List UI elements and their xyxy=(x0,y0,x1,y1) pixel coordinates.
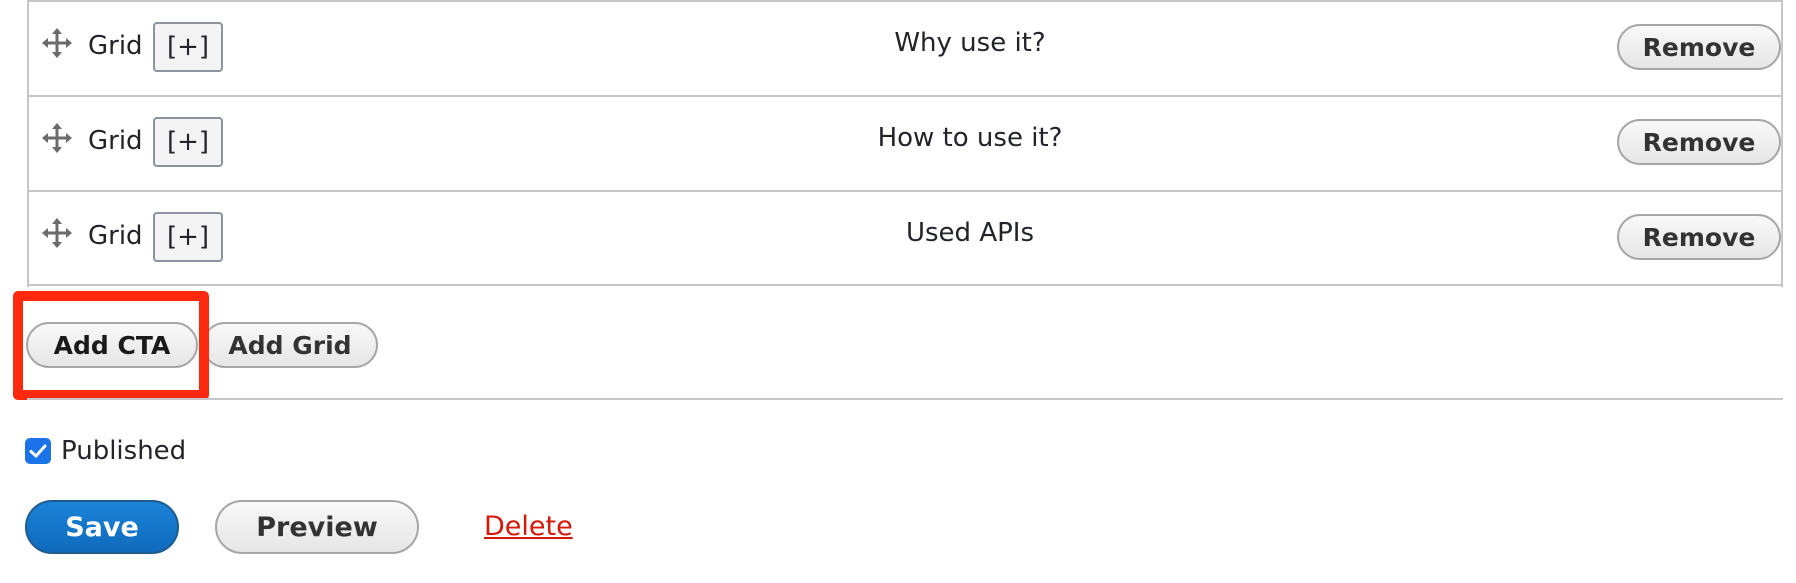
published-label: Published xyxy=(61,436,187,466)
divider xyxy=(27,398,1783,400)
delete-link[interactable]: Delete xyxy=(484,511,573,542)
checkmark-icon xyxy=(29,444,47,458)
paragraphs-table: Grid [+] Why use it? Remove Grid [+] How… xyxy=(27,0,1783,287)
add-grid-button[interactable]: Add Grid xyxy=(202,322,378,368)
remove-button[interactable]: Remove xyxy=(1617,119,1781,165)
published-field: Published xyxy=(25,436,186,466)
paragraphs-form: Grid [+] Why use it? Remove Grid [+] How… xyxy=(0,0,1796,583)
published-checkbox[interactable] xyxy=(25,438,51,464)
add-cta-button[interactable]: Add CTA xyxy=(26,322,198,368)
preview-button[interactable]: Preview xyxy=(215,500,419,554)
table-row: Grid [+] Why use it? Remove xyxy=(29,0,1781,94)
row-title: Why use it? xyxy=(894,28,1046,58)
table-row: Grid [+] Used APIs Remove xyxy=(29,190,1781,286)
remove-button[interactable]: Remove xyxy=(1617,214,1781,260)
row-title: Used APIs xyxy=(905,218,1035,248)
save-button[interactable]: Save xyxy=(25,500,179,554)
table-row: Grid [+] How to use it? Remove xyxy=(29,95,1781,189)
remove-button[interactable]: Remove xyxy=(1617,24,1781,70)
row-title: How to use it? xyxy=(877,123,1063,153)
